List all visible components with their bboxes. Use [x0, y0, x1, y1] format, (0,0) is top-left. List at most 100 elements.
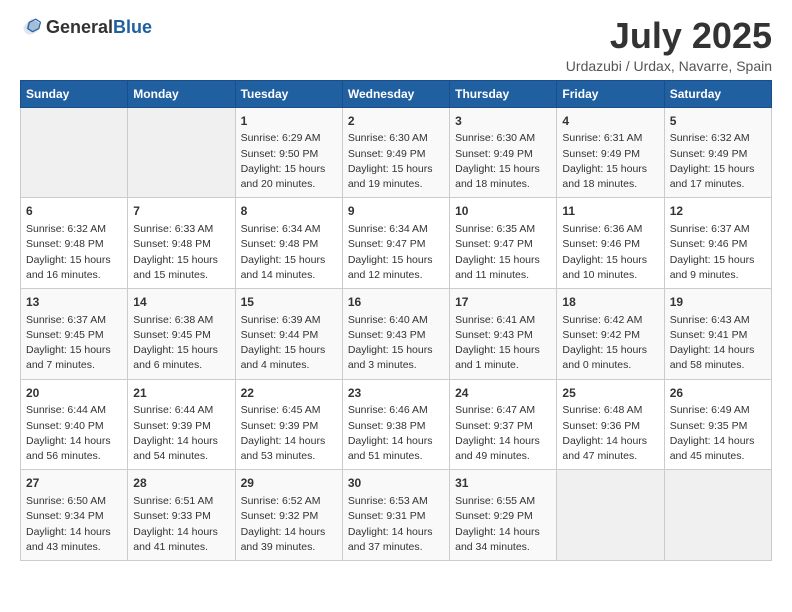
day-number: 13 [26, 294, 122, 311]
cell-week2-day3: 9Sunrise: 6:34 AMSunset: 9:47 PMDaylight… [342, 198, 449, 289]
cell-week2-day6: 12 Sunrise: 6:37 AMSunset: 9:46 PMDayligh… [664, 198, 771, 289]
week-row-5: 27 Sunrise: 6:50 AMSunset: 9:34 PMDayligh… [21, 470, 772, 561]
title-block: July 2025 Urdazubi / Urdax, Navarre, Spa… [566, 16, 772, 74]
cell-info: Sunrise: 6:29 AMSunset: 9:50 PMDaylight:… [241, 131, 337, 192]
cell-week3-day6: 19 Sunrise: 6:43 AMSunset: 9:41 PMDayligh… [664, 288, 771, 379]
col-monday: Monday [128, 80, 235, 107]
day-number: 16 [348, 294, 444, 311]
cell-week1-day5: 4Sunrise: 6:31 AMSunset: 9:49 PMDaylight… [557, 107, 664, 198]
header-row: Sunday Monday Tuesday Wednesday Thursday… [21, 80, 772, 107]
day-number: 12 [670, 203, 766, 220]
day-number: 23 [348, 385, 444, 402]
cell-info: Sunrise: 6:45 AMSunset: 9:39 PMDaylight:… [241, 403, 337, 464]
day-number: 7 [133, 203, 229, 220]
cell-info: Sunrise: 6:31 AMSunset: 9:49 PMDaylight:… [562, 131, 658, 192]
week-row-1: 1Sunrise: 6:29 AMSunset: 9:50 PMDaylight… [21, 107, 772, 198]
cell-info: Sunrise: 6:36 AMSunset: 9:46 PMDaylight:… [562, 222, 658, 283]
cell-info: Sunrise: 6:50 AMSunset: 9:34 PMDaylight:… [26, 494, 122, 555]
logo: General Blue [20, 16, 152, 38]
logo-text: General Blue [46, 18, 152, 36]
cell-week4-day2: 22Sunrise: 6:45 AMSunset: 9:39 PMDayligh… [235, 379, 342, 470]
day-number: 18 [562, 294, 658, 311]
col-thursday: Thursday [450, 80, 557, 107]
cell-info: Sunrise: 6:51 AMSunset: 9:33 PMDaylight:… [133, 494, 229, 555]
week-row-3: 13Sunrise: 6:37 AMSunset: 9:45 PMDayligh… [21, 288, 772, 379]
cell-week4-day3: 23Sunrise: 6:46 AMSunset: 9:38 PMDayligh… [342, 379, 449, 470]
cell-info: Sunrise: 6:32 AMSunset: 9:49 PMDaylight:… [670, 131, 766, 192]
cell-info: Sunrise: 6:53 AMSunset: 9:31 PMDaylight:… [348, 494, 444, 555]
cell-info: Sunrise: 6:46 AMSunset: 9:38 PMDaylight:… [348, 403, 444, 464]
day-number: 26 [670, 385, 766, 402]
cell-week3-day1: 14Sunrise: 6:38 AMSunset: 9:45 PMDayligh… [128, 288, 235, 379]
cell-info: Sunrise: 6:52 AMSunset: 9:32 PMDaylight:… [241, 494, 337, 555]
cell-info: Sunrise: 6:44 AMSunset: 9:39 PMDaylight:… [133, 403, 229, 464]
subtitle: Urdazubi / Urdax, Navarre, Spain [566, 58, 772, 74]
cell-week2-day0: 6Sunrise: 6:32 AMSunset: 9:48 PMDaylight… [21, 198, 128, 289]
cell-week1-day6: 5Sunrise: 6:32 AMSunset: 9:49 PMDaylight… [664, 107, 771, 198]
cell-info: Sunrise: 6:38 AMSunset: 9:45 PMDaylight:… [133, 313, 229, 374]
cell-info: Sunrise: 6:42 AMSunset: 9:42 PMDaylight:… [562, 313, 658, 374]
cell-week3-day5: 18 Sunrise: 6:42 AMSunset: 9:42 PMDayligh… [557, 288, 664, 379]
cell-week5-day0: 27 Sunrise: 6:50 AMSunset: 9:34 PMDayligh… [21, 470, 128, 561]
week-row-2: 6Sunrise: 6:32 AMSunset: 9:48 PMDaylight… [21, 198, 772, 289]
day-number: 10 [455, 203, 551, 220]
cell-week2-day1: 7 Sunrise: 6:33 AMSunset: 9:48 PMDaylight… [128, 198, 235, 289]
day-number: 9 [348, 203, 444, 220]
cell-info: Sunrise: 6:43 AMSunset: 9:41 PMDaylight:… [670, 313, 766, 374]
cell-week1-day1 [128, 107, 235, 198]
day-number: 11 [562, 203, 658, 220]
logo-general: General [46, 18, 113, 36]
calendar-header: Sunday Monday Tuesday Wednesday Thursday… [21, 80, 772, 107]
day-number: 5 [670, 113, 766, 130]
col-saturday: Saturday [664, 80, 771, 107]
day-number: 22 [241, 385, 337, 402]
cell-info: Sunrise: 6:39 AMSunset: 9:44 PMDaylight:… [241, 313, 337, 374]
cell-week5-day3: 30 Sunrise: 6:53 AMSunset: 9:31 PMDayligh… [342, 470, 449, 561]
cell-week4-day0: 20Sunrise: 6:44 AMSunset: 9:40 PMDayligh… [21, 379, 128, 470]
day-number: 30 [348, 475, 444, 492]
cell-info: Sunrise: 6:47 AMSunset: 9:37 PMDaylight:… [455, 403, 551, 464]
cell-week5-day6 [664, 470, 771, 561]
cell-info: Sunrise: 6:40 AMSunset: 9:43 PMDaylight:… [348, 313, 444, 374]
cell-info: Sunrise: 6:32 AMSunset: 9:48 PMDaylight:… [26, 222, 122, 283]
logo-icon [20, 16, 42, 38]
calendar-table: Sunday Monday Tuesday Wednesday Thursday… [20, 80, 772, 561]
cell-week1-day3: 2Sunrise: 6:30 AMSunset: 9:49 PMDaylight… [342, 107, 449, 198]
cell-week5-day4: 31 Sunrise: 6:55 AMSunset: 9:29 PMDayligh… [450, 470, 557, 561]
cell-week3-day3: 16 Sunrise: 6:40 AMSunset: 9:43 PMDayligh… [342, 288, 449, 379]
cell-week5-day1: 28 Sunrise: 6:51 AMSunset: 9:33 PMDayligh… [128, 470, 235, 561]
calendar-page: General Blue July 2025 Urdazubi / Urdax,… [0, 0, 792, 612]
cell-week3-day2: 15Sunrise: 6:39 AMSunset: 9:44 PMDayligh… [235, 288, 342, 379]
main-title: July 2025 [566, 16, 772, 56]
cell-week4-day1: 21Sunrise: 6:44 AMSunset: 9:39 PMDayligh… [128, 379, 235, 470]
cell-week1-day4: 3Sunrise: 6:30 AMSunset: 9:49 PMDaylight… [450, 107, 557, 198]
cell-info: Sunrise: 6:55 AMSunset: 9:29 PMDaylight:… [455, 494, 551, 555]
day-number: 8 [241, 203, 337, 220]
day-number: 19 [670, 294, 766, 311]
cell-week3-day0: 13Sunrise: 6:37 AMSunset: 9:45 PMDayligh… [21, 288, 128, 379]
cell-week2-day5: 11 Sunrise: 6:36 AMSunset: 9:46 PMDayligh… [557, 198, 664, 289]
cell-info: Sunrise: 6:44 AMSunset: 9:40 PMDaylight:… [26, 403, 122, 464]
day-number: 4 [562, 113, 658, 130]
calendar-body: 1Sunrise: 6:29 AMSunset: 9:50 PMDaylight… [21, 107, 772, 560]
page-header: General Blue July 2025 Urdazubi / Urdax,… [20, 16, 772, 74]
day-number: 27 [26, 475, 122, 492]
day-number: 28 [133, 475, 229, 492]
day-number: 31 [455, 475, 551, 492]
day-number: 29 [241, 475, 337, 492]
cell-info: Sunrise: 6:49 AMSunset: 9:35 PMDaylight:… [670, 403, 766, 464]
cell-info: Sunrise: 6:30 AMSunset: 9:49 PMDaylight:… [348, 131, 444, 192]
cell-info: Sunrise: 6:41 AMSunset: 9:43 PMDaylight:… [455, 313, 551, 374]
cell-info: Sunrise: 6:37 AMSunset: 9:46 PMDaylight:… [670, 222, 766, 283]
day-number: 21 [133, 385, 229, 402]
cell-week2-day2: 8Sunrise: 6:34 AMSunset: 9:48 PMDaylight… [235, 198, 342, 289]
cell-info: Sunrise: 6:33 AMSunset: 9:48 PMDaylight:… [133, 222, 229, 283]
day-number: 3 [455, 113, 551, 130]
day-number: 2 [348, 113, 444, 130]
cell-week4-day6: 26Sunrise: 6:49 AMSunset: 9:35 PMDayligh… [664, 379, 771, 470]
cell-info: Sunrise: 6:48 AMSunset: 9:36 PMDaylight:… [562, 403, 658, 464]
cell-week1-day0 [21, 107, 128, 198]
cell-week2-day4: 10Sunrise: 6:35 AMSunset: 9:47 PMDayligh… [450, 198, 557, 289]
cell-week4-day4: 24Sunrise: 6:47 AMSunset: 9:37 PMDayligh… [450, 379, 557, 470]
cell-week4-day5: 25Sunrise: 6:48 AMSunset: 9:36 PMDayligh… [557, 379, 664, 470]
